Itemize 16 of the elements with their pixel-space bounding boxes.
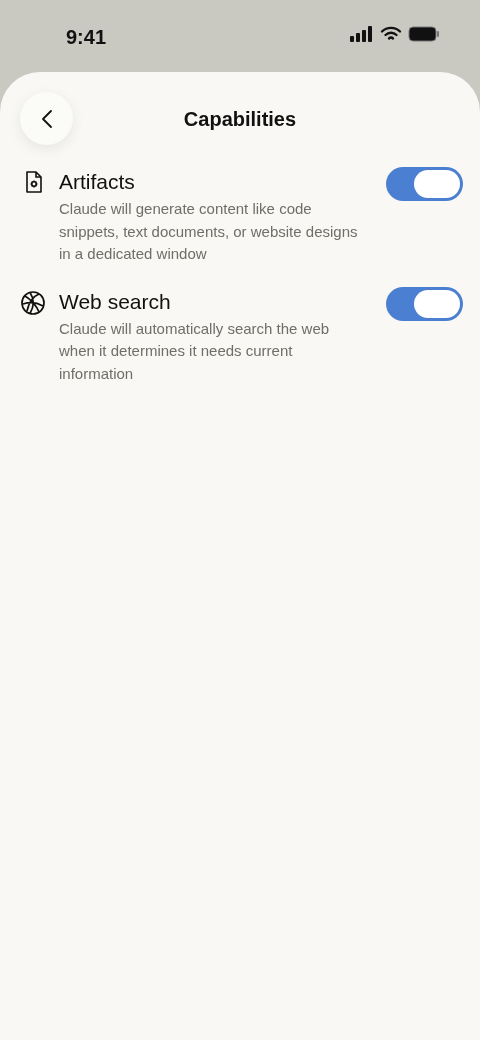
toggle-switch[interactable] xyxy=(386,167,463,201)
capability-description: Claude will generate content like code snippets, text documents, or website designs in a dedicated window xyxy=(59,199,359,264)
battery-icon xyxy=(408,26,440,42)
capability-title: Web search xyxy=(59,288,172,315)
capability-description: Claude will automatically search the web when it determines it needs current information xyxy=(59,318,331,384)
document-gear-icon xyxy=(23,170,45,194)
signal-icon xyxy=(350,26,374,42)
toggle-switch[interactable] xyxy=(386,286,463,321)
toggle-thumb xyxy=(414,170,460,198)
capability-title: Artifacts xyxy=(59,169,136,195)
wifi-icon xyxy=(380,26,402,42)
globe-icon xyxy=(20,289,46,316)
back-chevron-icon xyxy=(40,108,53,129)
status-time: 9:41 xyxy=(66,25,107,50)
toggle-thumb xyxy=(414,289,460,318)
screen-title: Capabilities xyxy=(183,107,297,132)
